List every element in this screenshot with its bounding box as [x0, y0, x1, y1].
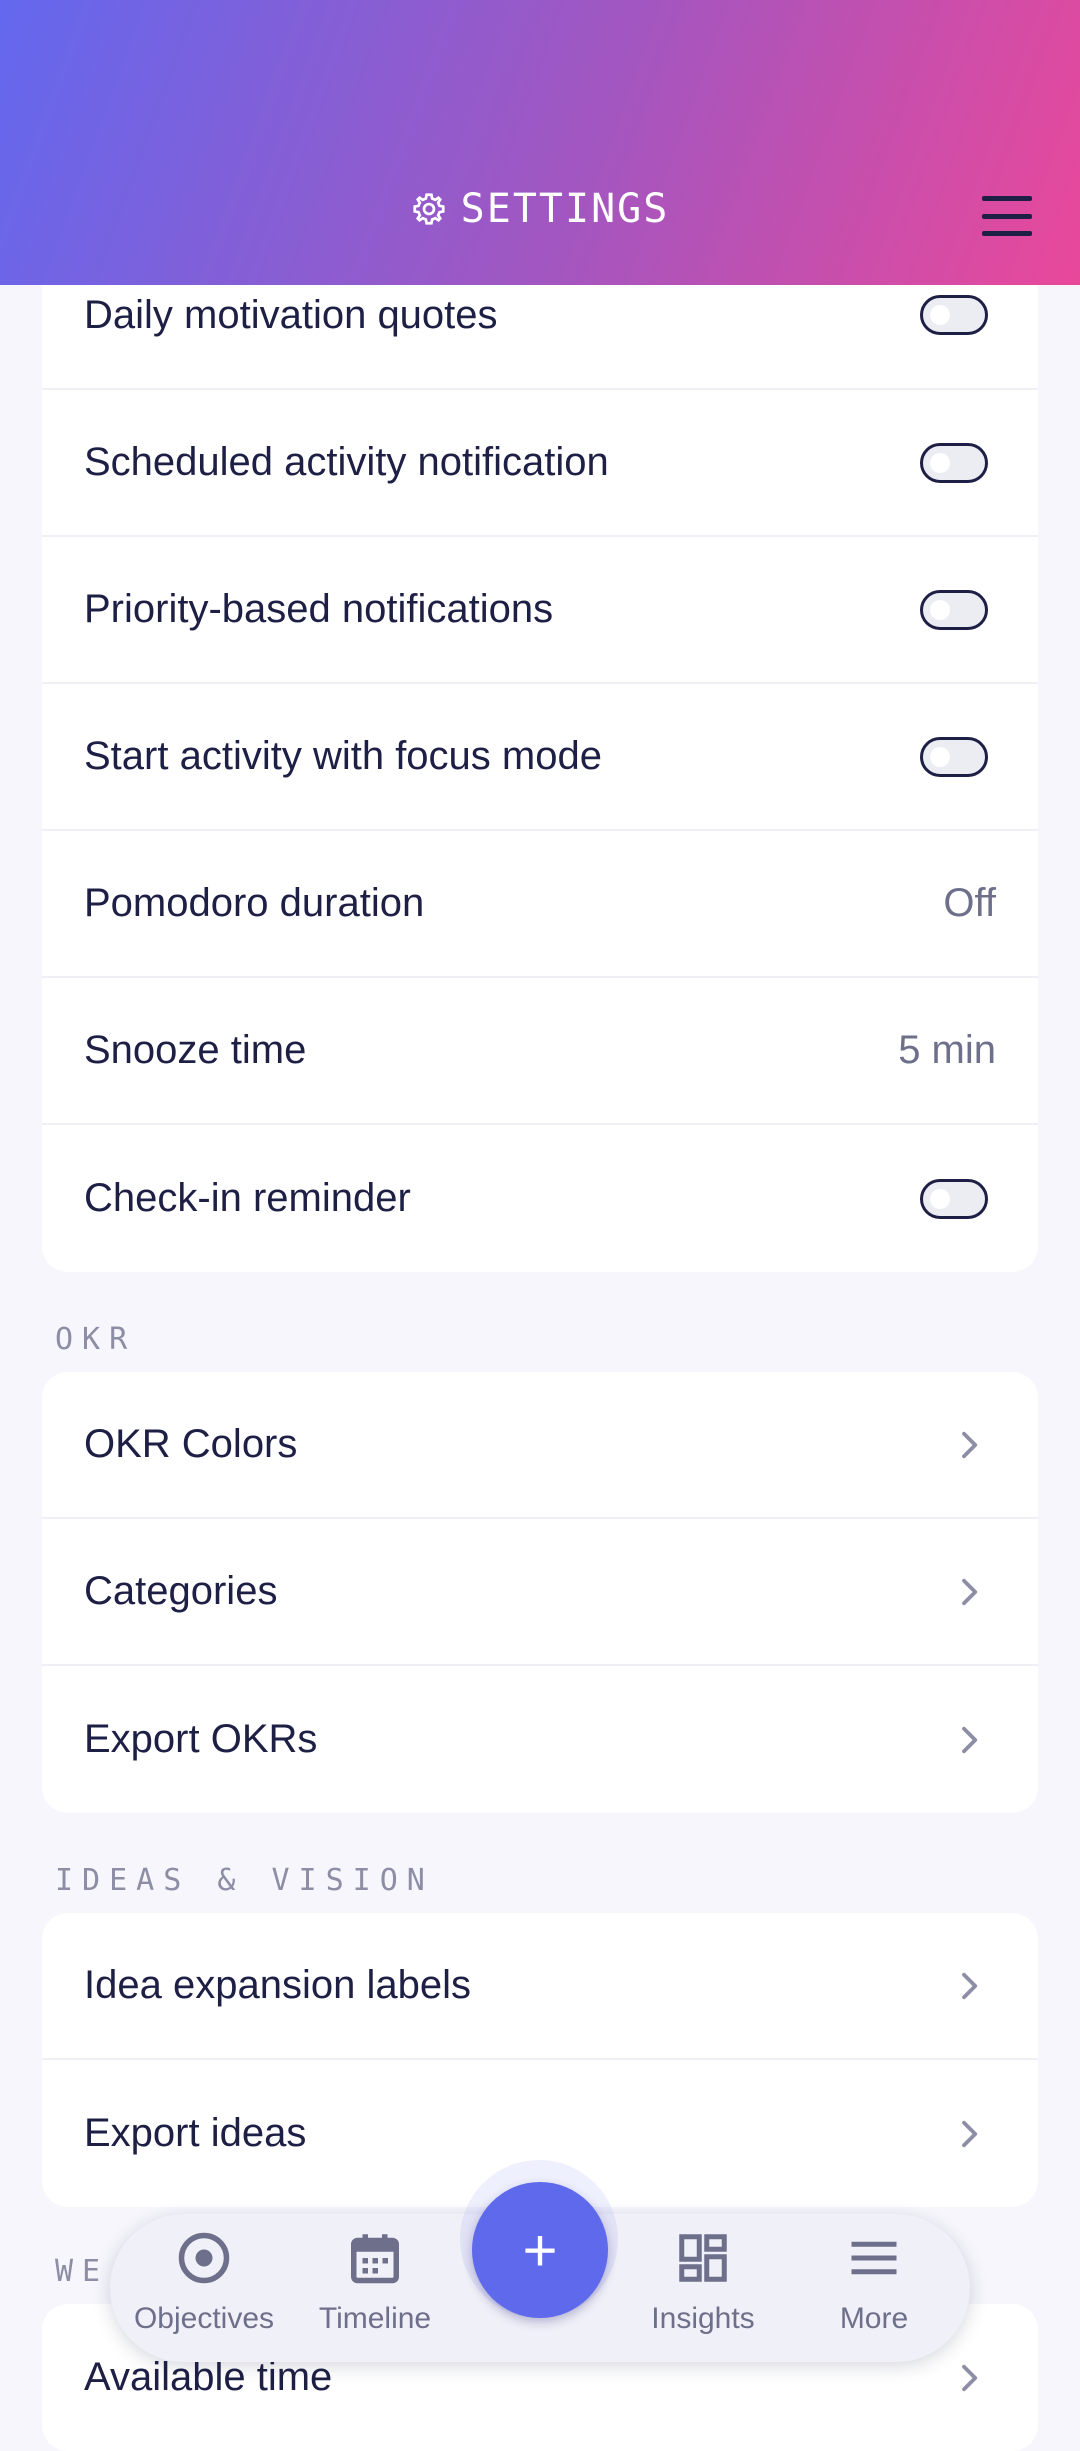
target-icon — [178, 2232, 230, 2284]
gear-icon — [413, 193, 445, 225]
dashboard-icon — [679, 2234, 727, 2282]
row-label: Export ideas — [84, 2111, 307, 2155]
row-label: Pomodoro duration — [84, 881, 425, 925]
pomodoro-duration-row[interactable]: Pomodoro duration Off — [42, 831, 1038, 978]
nav-label: More — [839, 2302, 909, 2335]
calendar-icon — [351, 2234, 399, 2284]
idea-expansion-labels-row[interactable]: Idea expansion labels — [42, 1913, 1038, 2060]
scheduled-activity-notification-toggle[interactable] — [920, 442, 988, 483]
menu-icon — [851, 2241, 897, 2275]
start-activity-focus-mode-row[interactable]: Start activity with focus mode — [42, 684, 1038, 831]
row-label: Start activity with focus mode — [84, 734, 602, 778]
nav-label: Timeline — [318, 2302, 432, 2335]
hamburger-menu-icon[interactable] — [982, 196, 1032, 236]
row-label: Scheduled activity notification — [84, 440, 609, 484]
row-label: Idea expansion labels — [84, 1963, 471, 2007]
chevron-right-icon — [962, 1431, 978, 1458]
okr-colors-row[interactable]: OKR Colors — [42, 1372, 1038, 1519]
daily-motivation-quotes-toggle[interactable] — [920, 295, 988, 335]
nav-label: Objectives — [133, 2302, 275, 2335]
row-label: OKR Colors — [84, 1422, 298, 1466]
row-label: Priority-based notifications — [84, 587, 554, 631]
row-label: Snooze time — [84, 1028, 307, 1072]
categories-row[interactable]: Categories — [42, 1519, 1038, 1666]
check-in-reminder-toggle[interactable] — [920, 1178, 988, 1219]
chevron-right-icon — [962, 2364, 978, 2391]
okr-card: OKR Colors Categories Export OKRs — [42, 1372, 1038, 1813]
priority-based-notifications-toggle[interactable] — [920, 589, 988, 630]
chevron-right-icon — [962, 1726, 978, 1753]
row-label: Export OKRs — [84, 1717, 318, 1761]
check-in-reminder-row[interactable]: Check-in reminder — [42, 1125, 1038, 1272]
chevron-right-icon — [962, 1578, 978, 1605]
chevron-right-icon — [962, 2120, 978, 2147]
start-activity-focus-mode-toggle[interactable] — [920, 736, 988, 777]
nav-item-insights[interactable]: Insights — [613, 2228, 793, 2336]
page-title-text: SETTINGS — [460, 186, 670, 232]
row-label: Categories — [84, 1569, 278, 1613]
ideas-section-title: IDEAS & VISION — [55, 1863, 434, 1898]
nav-label: Insights — [651, 2302, 755, 2335]
add-button[interactable]: + — [472, 2182, 608, 2318]
row-label: Check-in reminder — [84, 1176, 411, 1220]
chevron-right-icon — [962, 1972, 978, 1999]
nav-item-objectives[interactable]: Objectives — [114, 2228, 294, 2336]
notifications-card: Daily motivation quotes Scheduled activi… — [42, 242, 1038, 1272]
row-label: Daily motivation quotes — [84, 292, 498, 337]
nav-item-timeline[interactable]: Timeline — [285, 2228, 465, 2336]
snooze-time-row[interactable]: Snooze time 5 min — [42, 978, 1038, 1125]
week-section-title: WE — [55, 2254, 110, 2289]
page-title: SETTINGS — [0, 186, 1080, 232]
nav-item-more[interactable]: More — [784, 2228, 964, 2336]
plus-icon: + — [522, 2216, 558, 2284]
pomodoro-duration-value: Off — [943, 881, 996, 925]
okr-section-title: OKR — [55, 1322, 137, 1357]
export-okrs-row[interactable]: Export OKRs — [42, 1666, 1038, 1813]
scheduled-activity-notification-row[interactable]: Scheduled activity notification — [42, 390, 1038, 537]
priority-based-notifications-row[interactable]: Priority-based notifications — [42, 537, 1038, 684]
app-header: SETTINGS — [0, 0, 1080, 285]
snooze-time-value: 5 min — [898, 1028, 996, 1072]
